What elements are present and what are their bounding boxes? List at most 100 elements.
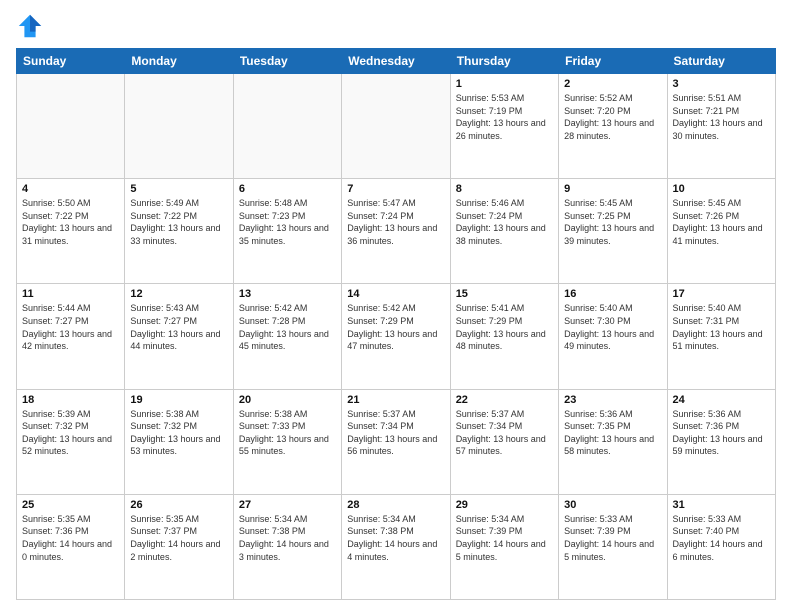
day-number: 30: [564, 499, 661, 511]
header-saturday: Saturday: [667, 49, 775, 74]
day-info: Sunrise: 5:34 AMSunset: 7:38 PMDaylight:…: [239, 513, 336, 563]
day-number: 2: [564, 78, 661, 90]
header-friday: Friday: [559, 49, 667, 74]
table-row: 1Sunrise: 5:53 AMSunset: 7:19 PMDaylight…: [450, 74, 558, 179]
day-number: 26: [130, 499, 227, 511]
day-number: 27: [239, 499, 336, 511]
header-tuesday: Tuesday: [233, 49, 341, 74]
day-number: 16: [564, 288, 661, 300]
day-info: Sunrise: 5:47 AMSunset: 7:24 PMDaylight:…: [347, 197, 444, 247]
day-number: 31: [673, 499, 770, 511]
calendar-week-row: 1Sunrise: 5:53 AMSunset: 7:19 PMDaylight…: [17, 74, 776, 179]
table-row: 10 Sunrise: 5:45 AMSunset: 7:26 PMDayligh…: [667, 179, 775, 284]
day-number: 9: [564, 183, 661, 195]
table-row: 25Sunrise: 5:35 AMSunset: 7:36 PMDayligh…: [17, 494, 125, 599]
calendar-week-row: 18 Sunrise: 5:39 AMSunset: 7:32 PMDayligh…: [17, 389, 776, 494]
table-row: 19Sunrise: 5:38 AMSunset: 7:32 PMDayligh…: [125, 389, 233, 494]
table-row: 21 Sunrise: 5:37 AMSunset: 7:34 PMDayligh…: [342, 389, 450, 494]
day-info: Sunrise: 5:45 AMSunset: 7:25 PMDaylight:…: [564, 197, 661, 247]
day-number: 11: [22, 288, 119, 300]
day-info: Sunrise: 5:35 AMSunset: 7:37 PMDaylight:…: [130, 513, 227, 563]
day-info: Sunrise: 5:33 AMSunset: 7:39 PMDaylight:…: [564, 513, 661, 563]
day-info: Sunrise: 5:45 AMSunset: 7:26 PMDaylight:…: [673, 197, 770, 247]
day-info: Sunrise: 5:41 AMSunset: 7:29 PMDaylight:…: [456, 302, 553, 352]
table-row: 15 Sunrise: 5:41 AMSunset: 7:29 PMDayligh…: [450, 284, 558, 389]
table-row: 17 Sunrise: 5:40 AMSunset: 7:31 PMDayligh…: [667, 284, 775, 389]
day-number: 24: [673, 394, 770, 406]
day-number: 17: [673, 288, 770, 300]
day-info: Sunrise: 5:50 AMSunset: 7:22 PMDaylight:…: [22, 197, 119, 247]
header-thursday: Thursday: [450, 49, 558, 74]
table-row: 22 Sunrise: 5:37 AMSunset: 7:34 PMDayligh…: [450, 389, 558, 494]
table-row: 8 Sunrise: 5:46 AMSunset: 7:24 PMDaylight…: [450, 179, 558, 284]
day-info: Sunrise: 5:53 AMSunset: 7:19 PMDaylight:…: [456, 92, 553, 142]
day-info: Sunrise: 5:51 AMSunset: 7:21 PMDaylight:…: [673, 92, 770, 142]
day-number: 14: [347, 288, 444, 300]
day-number: 23: [564, 394, 661, 406]
table-row: 29Sunrise: 5:34 AMSunset: 7:39 PMDayligh…: [450, 494, 558, 599]
table-row: [17, 74, 125, 179]
day-number: 20: [239, 394, 336, 406]
table-row: 14 Sunrise: 5:42 AMSunset: 7:29 PMDayligh…: [342, 284, 450, 389]
table-row: [233, 74, 341, 179]
day-number: 12: [130, 288, 227, 300]
logo: [16, 12, 48, 40]
day-info: Sunrise: 5:38 AMSunset: 7:33 PMDaylight:…: [239, 408, 336, 458]
table-row: 7Sunrise: 5:47 AMSunset: 7:24 PMDaylight…: [342, 179, 450, 284]
page: Sunday Monday Tuesday Wednesday Thursday…: [0, 0, 792, 612]
logo-icon: [16, 12, 44, 40]
table-row: 12 Sunrise: 5:43 AMSunset: 7:27 PMDayligh…: [125, 284, 233, 389]
table-row: 9 Sunrise: 5:45 AMSunset: 7:25 PMDaylight…: [559, 179, 667, 284]
table-row: 23Sunrise: 5:36 AMSunset: 7:35 PMDayligh…: [559, 389, 667, 494]
day-info: Sunrise: 5:43 AMSunset: 7:27 PMDaylight:…: [130, 302, 227, 352]
calendar-week-row: 25Sunrise: 5:35 AMSunset: 7:36 PMDayligh…: [17, 494, 776, 599]
table-row: 28 Sunrise: 5:34 AMSunset: 7:38 PMDayligh…: [342, 494, 450, 599]
day-info: Sunrise: 5:37 AMSunset: 7:34 PMDaylight:…: [456, 408, 553, 458]
day-info: Sunrise: 5:34 AMSunset: 7:38 PMDaylight:…: [347, 513, 444, 563]
table-row: 18 Sunrise: 5:39 AMSunset: 7:32 PMDayligh…: [17, 389, 125, 494]
day-info: Sunrise: 5:38 AMSunset: 7:32 PMDaylight:…: [130, 408, 227, 458]
calendar-week-row: 11Sunrise: 5:44 AMSunset: 7:27 PMDayligh…: [17, 284, 776, 389]
day-info: Sunrise: 5:40 AMSunset: 7:30 PMDaylight:…: [564, 302, 661, 352]
day-info: Sunrise: 5:39 AMSunset: 7:32 PMDaylight:…: [22, 408, 119, 458]
table-row: 20 Sunrise: 5:38 AMSunset: 7:33 PMDayligh…: [233, 389, 341, 494]
day-number: 5: [130, 183, 227, 195]
table-row: 6 Sunrise: 5:48 AMSunset: 7:23 PMDaylight…: [233, 179, 341, 284]
table-row: 2 Sunrise: 5:52 AMSunset: 7:20 PMDaylight…: [559, 74, 667, 179]
day-info: Sunrise: 5:37 AMSunset: 7:34 PMDaylight:…: [347, 408, 444, 458]
day-number: 3: [673, 78, 770, 90]
day-number: 15: [456, 288, 553, 300]
table-row: 16 Sunrise: 5:40 AMSunset: 7:30 PMDayligh…: [559, 284, 667, 389]
calendar-table: Sunday Monday Tuesday Wednesday Thursday…: [16, 48, 776, 600]
table-row: 24 Sunrise: 5:36 AMSunset: 7:36 PMDayligh…: [667, 389, 775, 494]
header: [16, 12, 776, 40]
table-row: [125, 74, 233, 179]
day-number: 6: [239, 183, 336, 195]
day-number: 10: [673, 183, 770, 195]
day-number: 29: [456, 499, 553, 511]
header-wednesday: Wednesday: [342, 49, 450, 74]
header-sunday: Sunday: [17, 49, 125, 74]
weekday-header-row: Sunday Monday Tuesday Wednesday Thursday…: [17, 49, 776, 74]
day-info: Sunrise: 5:42 AMSunset: 7:29 PMDaylight:…: [347, 302, 444, 352]
table-row: 3 Sunrise: 5:51 AMSunset: 7:21 PMDaylight…: [667, 74, 775, 179]
day-number: 18: [22, 394, 119, 406]
day-number: 28: [347, 499, 444, 511]
day-number: 21: [347, 394, 444, 406]
table-row: 27 Sunrise: 5:34 AMSunset: 7:38 PMDayligh…: [233, 494, 341, 599]
day-info: Sunrise: 5:40 AMSunset: 7:31 PMDaylight:…: [673, 302, 770, 352]
day-info: Sunrise: 5:48 AMSunset: 7:23 PMDaylight:…: [239, 197, 336, 247]
day-info: Sunrise: 5:36 AMSunset: 7:36 PMDaylight:…: [673, 408, 770, 458]
day-info: Sunrise: 5:46 AMSunset: 7:24 PMDaylight:…: [456, 197, 553, 247]
day-number: 4: [22, 183, 119, 195]
day-number: 25: [22, 499, 119, 511]
day-number: 13: [239, 288, 336, 300]
table-row: [342, 74, 450, 179]
day-number: 8: [456, 183, 553, 195]
day-info: Sunrise: 5:33 AMSunset: 7:40 PMDaylight:…: [673, 513, 770, 563]
calendar-week-row: 4 Sunrise: 5:50 AMSunset: 7:22 PMDaylight…: [17, 179, 776, 284]
day-info: Sunrise: 5:42 AMSunset: 7:28 PMDaylight:…: [239, 302, 336, 352]
day-info: Sunrise: 5:49 AMSunset: 7:22 PMDaylight:…: [130, 197, 227, 247]
day-info: Sunrise: 5:52 AMSunset: 7:20 PMDaylight:…: [564, 92, 661, 142]
day-number: 22: [456, 394, 553, 406]
